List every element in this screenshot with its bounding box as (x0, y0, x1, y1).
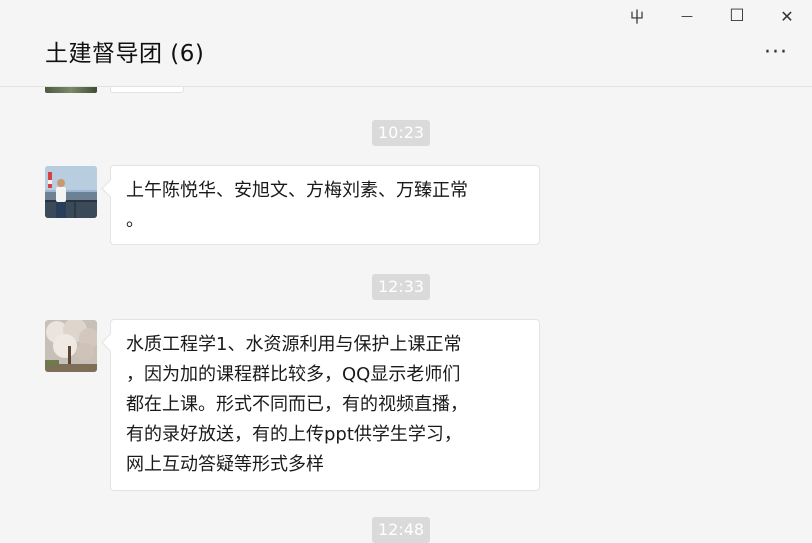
avatar[interactable] (45, 87, 97, 93)
close-icon[interactable]: ✕ (762, 0, 812, 32)
message-bubble[interactable] (110, 87, 184, 93)
timestamp: 10:23 (372, 120, 431, 146)
window-controls: ⼬ — ☐ ✕ (612, 0, 812, 32)
chat-message-list[interactable]: 10:23 上午陈悦华、安旭文、方梅刘素、万臻正常 。 12:33 水质工程学1… (0, 87, 812, 543)
timestamp: 12:48 (372, 517, 431, 543)
chat-title: 土建督导团 (6) (45, 41, 205, 67)
message-bubble[interactable]: 上午陈悦华、安旭文、方梅刘素、万臻正常 。 (110, 165, 540, 245)
pin-icon[interactable]: ⼬ (612, 0, 662, 32)
avatar[interactable] (45, 166, 97, 218)
maximize-icon[interactable]: ☐ (712, 0, 762, 32)
more-options-icon[interactable]: ··· (764, 42, 788, 64)
avatar[interactable] (45, 320, 97, 372)
timestamp: 12:33 (372, 274, 431, 300)
chat-header: ⼬ — ☐ ✕ 土建督导团 (6) ··· (0, 0, 812, 87)
message-bubble[interactable]: 水质工程学1、水资源利用与保护上课正常 ，因为加的课程群比较多，QQ显示老师们 … (110, 319, 540, 491)
minimize-icon[interactable]: — (662, 0, 712, 32)
